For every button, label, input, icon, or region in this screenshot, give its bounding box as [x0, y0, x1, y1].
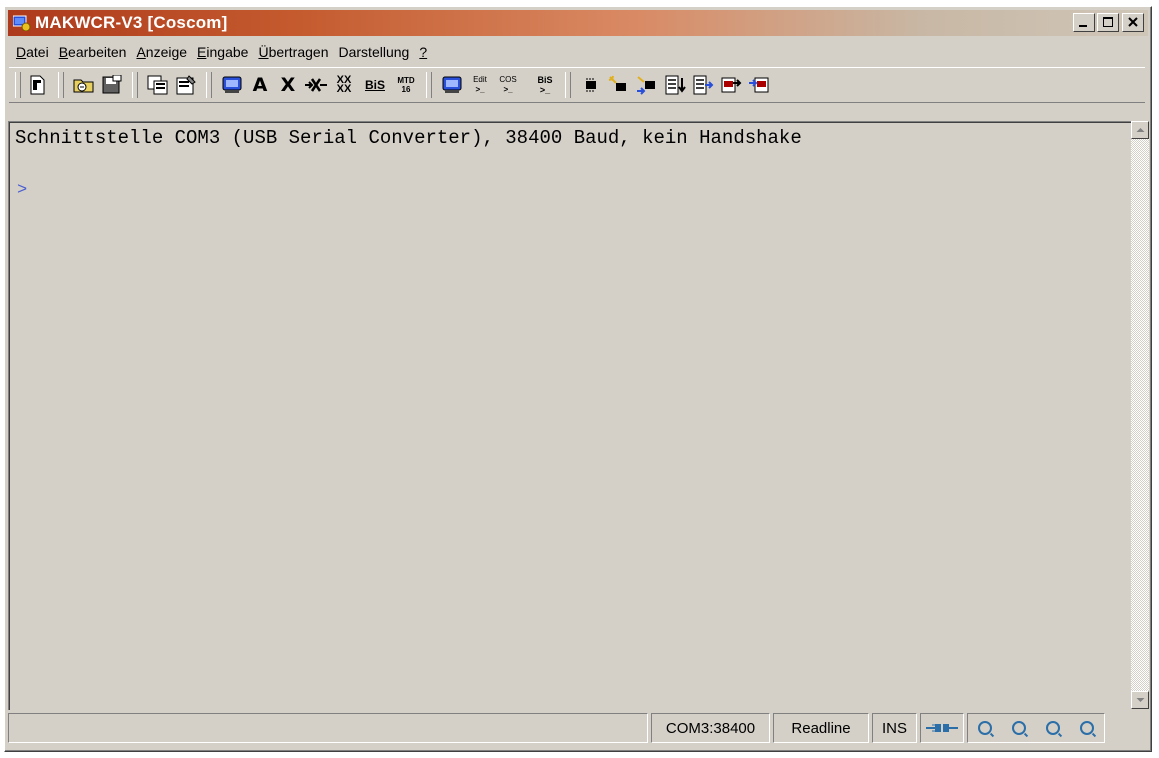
maximize-button[interactable]	[1097, 13, 1119, 32]
list-right-icon	[693, 75, 714, 95]
caption-buttons	[1071, 13, 1144, 32]
xx-button[interactable]: XX XX	[331, 72, 357, 98]
toolbar-separator-5	[565, 72, 571, 98]
text-mode-button[interactable]: A	[247, 72, 273, 98]
title-bar[interactable]: MAKWCR-V3 [Coscom]	[8, 10, 1148, 36]
prompt-icon-3: >_	[539, 85, 551, 95]
command-prompt[interactable]: >	[17, 181, 27, 200]
menu-help[interactable]: ?	[414, 44, 432, 60]
toolbar-grip[interactable]	[15, 72, 21, 98]
led-2-icon	[1012, 721, 1026, 735]
menu-anzeige[interactable]: Anzeige	[131, 44, 192, 60]
terminal-frame: Schnittstelle COM3 (USB Serial Converter…	[9, 122, 1132, 710]
port-status: COM3:38400	[651, 713, 770, 743]
led-1-icon	[978, 721, 992, 735]
transfer-x-button[interactable]	[303, 72, 329, 98]
copy-button[interactable]	[145, 72, 171, 98]
menu-bearbeiten[interactable]: Bearbeiten	[54, 44, 132, 60]
status-message-pane	[8, 713, 648, 743]
window-title: MAKWCR-V3 [Coscom]	[35, 13, 228, 32]
terminal-button[interactable]	[219, 72, 245, 98]
led-4-icon	[1080, 721, 1094, 735]
menu-bar: Datei Bearbeiten Anzeige Eingabe Übertra…	[11, 40, 432, 64]
disk-icon	[102, 75, 122, 94]
export-button[interactable]	[718, 72, 744, 98]
connection-status-line: Schnittstelle COM3 (USB Serial Converter…	[15, 127, 802, 149]
vertical-scrollbar[interactable]	[1131, 121, 1149, 709]
arrow-down-icon	[1136, 698, 1145, 702]
chip-spark-icon	[608, 75, 626, 91]
bis-prompt-button[interactable]: BiS >_	[532, 72, 558, 98]
terminal-2-button[interactable]	[439, 72, 465, 98]
menu-datei[interactable]: Datei	[11, 44, 54, 60]
open-button[interactable]	[71, 72, 97, 98]
new-file-icon	[30, 75, 45, 95]
led-indicators	[967, 713, 1105, 743]
close-button[interactable]	[1122, 13, 1144, 32]
properties-button[interactable]	[173, 72, 199, 98]
properties-icon	[176, 75, 196, 95]
chip-icon	[586, 78, 596, 92]
app-window: MAKWCR-V3 [Coscom] Datei Bearbeiten Anze…	[4, 6, 1152, 752]
open-folder-icon	[73, 79, 94, 93]
copy-icon	[147, 75, 168, 95]
arrow-up-icon	[1136, 128, 1145, 132]
terminal-2-icon	[442, 76, 462, 93]
close-x-button[interactable]: X	[275, 72, 301, 98]
import-button[interactable]	[746, 72, 772, 98]
led-3-icon	[1046, 721, 1060, 735]
scroll-up-button[interactable]	[1131, 121, 1149, 139]
cos-prompt-button[interactable]: COS >_	[495, 72, 521, 98]
list-right-button[interactable]	[690, 72, 716, 98]
minimize-button[interactable]	[1073, 13, 1095, 32]
plug-icon	[926, 724, 958, 732]
toolbar-separator	[58, 72, 64, 98]
transfer-arrow-icon	[305, 78, 327, 92]
export-icon	[721, 77, 742, 93]
toolbar-separator-4	[426, 72, 432, 98]
mode-status: Readline	[773, 713, 869, 743]
list-down-icon	[665, 75, 686, 95]
connection-indicator	[920, 713, 964, 743]
prompt-icon: >_	[475, 85, 485, 94]
save-button[interactable]	[99, 72, 125, 98]
insert-status: INS	[872, 713, 917, 743]
chip-spark-button[interactable]	[606, 72, 632, 98]
toolbar: A X XX XX BiS MTD 16 Edit >_ COS >_ BiS >_	[9, 67, 1145, 103]
toolbar-separator-3	[206, 72, 212, 98]
edit-prompt-button[interactable]: Edit >_	[467, 72, 493, 98]
chip-transfer-icon	[637, 76, 655, 95]
new-file-button[interactable]	[25, 72, 51, 98]
status-bar: COM3:38400 Readline INS	[8, 713, 1147, 743]
menu-eingabe[interactable]: Eingabe	[192, 44, 253, 60]
minimize-icon	[1079, 25, 1087, 27]
toolbar-separator-2	[132, 72, 138, 98]
prompt-icon-2: >_	[503, 85, 513, 94]
chip-button[interactable]	[578, 72, 604, 98]
terminal-area[interactable]: Schnittstelle COM3 (USB Serial Converter…	[8, 121, 1132, 710]
list-down-button[interactable]	[662, 72, 688, 98]
app-icon[interactable]	[12, 15, 31, 32]
close-icon	[1128, 17, 1138, 27]
chip-transfer-button[interactable]	[634, 72, 660, 98]
bis-button[interactable]: BiS	[359, 72, 391, 98]
import-icon	[749, 77, 769, 93]
terminal-icon	[222, 76, 242, 93]
menu-darstellung[interactable]: Darstellung	[334, 44, 415, 60]
maximize-icon	[1103, 17, 1113, 27]
menu-uebertragen[interactable]: Übertragen	[253, 44, 333, 60]
mtd-button[interactable]: MTD 16	[393, 72, 419, 98]
scroll-down-button[interactable]	[1131, 691, 1149, 709]
